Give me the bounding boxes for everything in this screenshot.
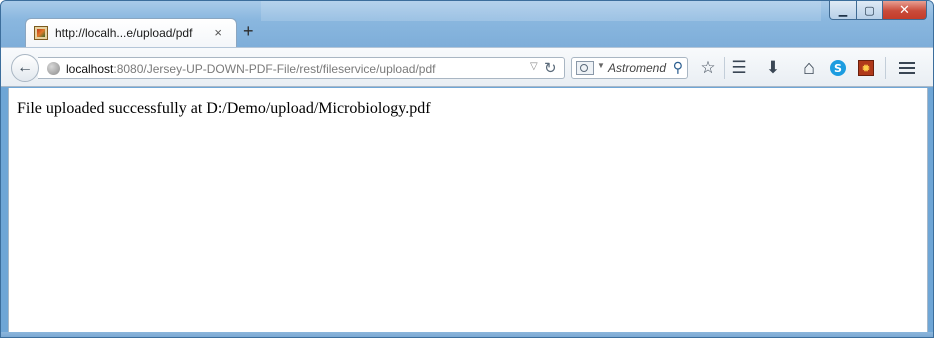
- home-icon[interactable]: ⌂: [799, 57, 819, 79]
- minimize-button[interactable]: ▁: [829, 1, 857, 20]
- menu-button[interactable]: [897, 58, 917, 78]
- maximize-button[interactable]: ▢: [857, 1, 883, 20]
- new-tab-button[interactable]: +: [243, 21, 254, 42]
- history-dropdown-icon[interactable]: ▽: [530, 61, 538, 72]
- skype-icon-button[interactable]: S: [828, 58, 848, 78]
- reading-list-icon[interactable]: ☰: [729, 58, 749, 78]
- toolbar-separator: [885, 57, 886, 79]
- search-magnifier-icon[interactable]: ⚲: [673, 59, 683, 76]
- title-bar-background: [261, 1, 821, 21]
- upload-status-message: File uploaded successfully at D:/Demo/up…: [17, 100, 431, 117]
- extension-button[interactable]: ✹: [856, 58, 876, 78]
- url-bar[interactable]: localhost:8080/Jersey-UP-DOWN-PDF-File/r…: [38, 57, 565, 79]
- search-input[interactable]: Astromend: [608, 61, 666, 75]
- page-content: File uploaded successfully at D:/Demo/up…: [8, 88, 928, 332]
- download-icon[interactable]: ⬇: [763, 58, 783, 78]
- search-bar[interactable]: ▼ Astromend ⚲: [571, 57, 688, 79]
- site-identity-globe-icon[interactable]: [47, 62, 60, 75]
- page-favicon-icon: [34, 26, 48, 40]
- title-bar: ▁ ▢ ✕ http://localh...e/upload/pdf × +: [1, 1, 933, 48]
- close-window-button[interactable]: ✕: [883, 1, 927, 20]
- navigation-toolbar: localhost:8080/Jersey-UP-DOWN-PDF-File/r…: [1, 47, 933, 87]
- search-engine-dropdown-icon[interactable]: ▼: [597, 61, 605, 70]
- window-controls: ▁ ▢ ✕: [829, 1, 927, 21]
- menu-icon: [899, 62, 915, 74]
- reload-icon[interactable]: ↻: [544, 59, 557, 77]
- url-host: localhost: [66, 62, 114, 76]
- skype-icon: S: [830, 60, 846, 76]
- search-engine-icon[interactable]: [576, 61, 594, 75]
- extension-icon: ✹: [858, 60, 874, 76]
- bookmark-star-icon[interactable]: ☆: [698, 58, 718, 78]
- browser-window: ▁ ▢ ✕ http://localh...e/upload/pdf × + l…: [0, 0, 934, 338]
- url-path: :8080/Jersey-UP-DOWN-PDF-File/rest/files…: [113, 62, 436, 76]
- tab-close-icon[interactable]: ×: [214, 25, 222, 40]
- tab-active[interactable]: http://localh...e/upload/pdf ×: [25, 18, 237, 48]
- tab-title: http://localh...e/upload/pdf: [55, 26, 193, 40]
- back-button[interactable]: ←: [11, 54, 39, 82]
- url-text[interactable]: localhost:8080/Jersey-UP-DOWN-PDF-File/r…: [66, 62, 435, 76]
- toolbar-separator: [724, 57, 725, 79]
- window-bottom-frame: [1, 332, 933, 337]
